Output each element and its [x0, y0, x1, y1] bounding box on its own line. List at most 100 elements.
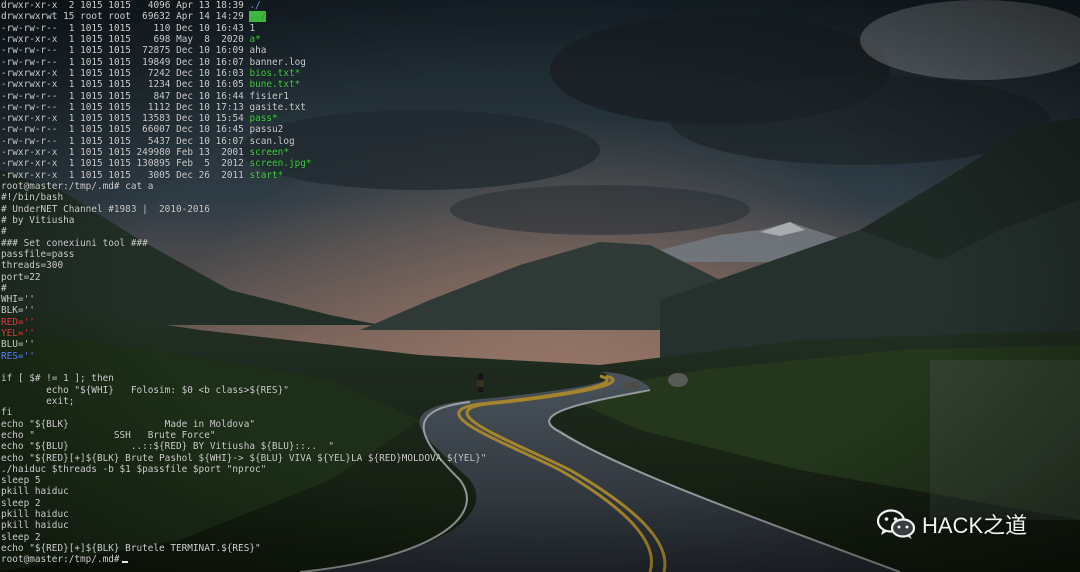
text-cursor [121, 561, 128, 564]
listing-row: -rw-rw-r-- 1 1015 1015 5437 Dec 10 16:07… [1, 136, 1080, 147]
file-owner: 1015 [80, 45, 103, 57]
script-line: YEL='' [1, 328, 1080, 339]
script-line: threads=300 [1, 260, 1080, 271]
script-line: if [ $# != 1 ]; then [1, 373, 1080, 384]
file-size: 7242 [136, 67, 171, 79]
script-line: BLU='' [1, 339, 1080, 350]
script-line: echo "${WHI} Folosim: $0 <b class>${RES}… [1, 385, 1080, 396]
file-name: banner.log [249, 56, 306, 68]
file-permissions: -rw-rw-r-- [1, 135, 58, 147]
script-text: ./haiduc $threads -b $1 $passfile $port … [1, 463, 267, 475]
file-link-count: 1 [63, 158, 75, 170]
file-size: 19849 [136, 56, 171, 68]
file-link-count: 1 [63, 79, 75, 91]
file-link-count: 1 [63, 56, 75, 68]
file-size: 698 [136, 33, 171, 45]
file-date: Dec 10 16:44 [176, 90, 244, 102]
shell-prompt: root@master:/tmp/.md# [1, 554, 120, 566]
file-permissions: -rwxr-xr-x [1, 158, 58, 170]
file-size: 66007 [136, 124, 171, 136]
script-text: passfile=pass [1, 248, 75, 260]
listing-row: drwxr-xr-x 2 1015 1015 4096 Apr 13 18:39… [1, 0, 1080, 11]
script-text: sleep 5 [1, 475, 41, 487]
listing-row: -rwxrwxr-x 1 1015 1015 1234 Dec 10 16:05… [1, 79, 1080, 90]
script-line: WHI='' [1, 294, 1080, 305]
active-prompt-line: root@master:/tmp/.md# [1, 554, 1080, 565]
file-permissions: -rwxrwxr-x [1, 79, 58, 91]
file-date: Dec 10 16:43 [176, 22, 244, 34]
file-link-count: 1 [63, 67, 75, 79]
script-line: pkill haiduc [1, 486, 1080, 497]
file-date: Dec 10 16:05 [176, 79, 244, 91]
shell-command: cat a [125, 181, 154, 192]
file-group: 1015 [108, 67, 131, 79]
script-text: BLK='' [1, 305, 35, 317]
file-owner: 1015 [80, 0, 103, 11]
listing-row: -rwxr-xr-x 1 1015 1015 3005 Dec 26 2011 … [1, 170, 1080, 181]
script-text: # [1, 282, 7, 294]
script-line: # [1, 226, 1080, 237]
file-name: screen* [249, 147, 289, 159]
file-group: 1015 [108, 0, 131, 11]
file-owner: 1015 [80, 169, 103, 181]
script-text: YEL='' [1, 328, 35, 340]
file-name: aha [249, 45, 267, 57]
script-text: RES='' [1, 350, 35, 362]
terminal-window[interactable]: drwxr-xr-x 2 1015 1015 4096 Apr 13 18:39… [0, 0, 1080, 572]
script-text: pkill haiduc [1, 486, 69, 498]
script-text: RED='' [1, 316, 35, 328]
script-text: if [ $# != 1 ]; then [1, 373, 114, 385]
listing-row: -rw-rw-r-- 1 1015 1015 66007 Dec 10 16:4… [1, 124, 1080, 135]
script-text: # [1, 226, 7, 238]
file-group: root [108, 11, 131, 23]
script-line: passfile=pass [1, 249, 1080, 260]
script-line: # UnderNET Channel #1983 | 2010-2016 [1, 204, 1080, 215]
script-line: RES='' [1, 351, 1080, 362]
script-text: # UnderNET Channel #1983 | 2010-2016 [1, 203, 210, 215]
file-link-count: 1 [63, 113, 75, 125]
file-owner: 1015 [80, 79, 103, 91]
file-name: a* [249, 33, 261, 45]
file-size: 1234 [136, 79, 171, 91]
script-text: sleep 2 [1, 497, 41, 509]
file-date: Dec 10 15:54 [176, 113, 244, 125]
file-owner: 1015 [80, 67, 103, 79]
file-size: 130895 [136, 158, 171, 170]
file-owner: root [80, 11, 103, 23]
file-group: 1015 [108, 135, 131, 147]
file-permissions: -rw-rw-r-- [1, 45, 58, 57]
file-date: Dec 10 16:07 [176, 135, 244, 147]
file-name: passu2 [249, 124, 284, 136]
script-text: port=22 [1, 271, 41, 283]
file-group: 1015 [108, 113, 131, 125]
script-line: BLK='' [1, 305, 1080, 316]
file-owner: 1015 [80, 124, 103, 136]
file-owner: 1015 [80, 90, 103, 102]
file-owner: 1015 [80, 135, 103, 147]
file-permissions: -rw-rw-r-- [1, 56, 58, 68]
file-name: ./ [249, 0, 261, 11]
file-link-count: 1 [63, 147, 75, 159]
shell-prompt: root@master:/tmp/.md# [1, 181, 120, 192]
file-link-count: 1 [63, 22, 75, 34]
watermark-text: HACK之道 [922, 513, 1028, 538]
script-line: sleep 5 [1, 475, 1080, 486]
file-permissions: -rw-rw-r-- [1, 90, 58, 102]
script-line: # by Vitiusha [1, 215, 1080, 226]
script-text: exit; [1, 395, 75, 407]
file-group: 1015 [108, 147, 131, 159]
script-line: RED='' [1, 317, 1080, 328]
listing-row: -rw-rw-r-- 1 1015 1015 19849 Dec 10 16:0… [1, 57, 1080, 68]
file-permissions: -rwxr-xr-x [1, 169, 58, 181]
file-date: Dec 26 2011 [176, 169, 244, 181]
script-text: echo "${BLK} Made in Moldova" [1, 418, 255, 430]
listing-row: -rw-rw-r-- 1 1015 1015 1112 Dec 10 17:13… [1, 102, 1080, 113]
file-group: 1015 [108, 45, 131, 57]
file-link-count: 1 [63, 169, 75, 181]
file-permissions: -rwxr-xr-x [1, 33, 58, 45]
file-size: 1112 [136, 101, 171, 113]
script-line: echo "${RED}[+]${BLK} Brutele TERMINAT.$… [1, 543, 1080, 554]
script-text: #!/bin/bash [1, 192, 64, 204]
file-size: 72875 [136, 45, 171, 57]
script-text: echo "${RED}[+]${BLK} Brute Pashol ${WHI… [1, 452, 487, 464]
